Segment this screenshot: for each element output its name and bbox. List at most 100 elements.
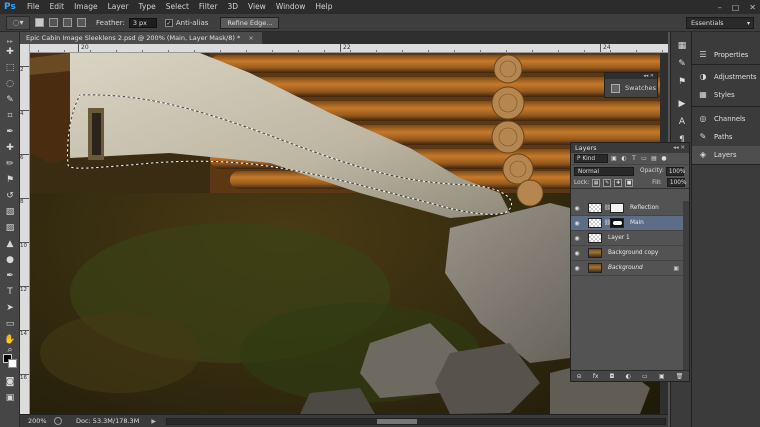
layer-thumbnail[interactable]: [588, 203, 602, 213]
panel-tab-adjustments[interactable]: ◑ Adjustments: [692, 68, 760, 86]
close-tab-icon[interactable]: ×: [248, 34, 253, 42]
menu-layer[interactable]: Layer: [103, 0, 134, 14]
menu-window[interactable]: Window: [271, 0, 311, 14]
brush-tool-icon[interactable]: ✏: [3, 158, 17, 170]
menu-type[interactable]: Type: [134, 0, 161, 14]
pixel-filter-icon[interactable]: ▣: [610, 155, 618, 163]
background-color-swatch[interactable]: [8, 359, 17, 368]
type-tool-icon[interactable]: T: [3, 286, 17, 298]
visibility-eye-icon[interactable]: ◉: [571, 265, 583, 272]
pen-tool-icon[interactable]: ✒: [3, 270, 17, 282]
menu-edit[interactable]: Edit: [45, 0, 70, 14]
feather-input[interactable]: 3 px: [128, 17, 157, 28]
lock-all-icon[interactable]: ■: [625, 178, 634, 187]
menu-select[interactable]: Select: [161, 0, 194, 14]
dodge-tool-icon[interactable]: ●: [3, 254, 17, 266]
subtract-selection-mode-button[interactable]: [63, 18, 72, 27]
layer-row[interactable]: ◉ Background copy: [571, 246, 689, 261]
mask-icon[interactable]: ◘: [610, 373, 615, 380]
menu-view[interactable]: View: [243, 0, 271, 14]
shape-tool-icon[interactable]: ▭: [3, 318, 17, 330]
status-info-icon[interactable]: [54, 417, 62, 425]
layer-row[interactable]: ◉ ⛓ Reflection: [571, 201, 689, 216]
path-selection-tool-icon[interactable]: ➤: [3, 302, 17, 314]
opacity-input[interactable]: 100%: [665, 166, 685, 176]
refine-edge-button[interactable]: Refine Edge...: [220, 16, 280, 29]
layer-kind-filter-select[interactable]: P Kind: [574, 154, 608, 163]
zoom-field[interactable]: 200%: [28, 417, 50, 425]
history-brush-tool-icon[interactable]: ↺: [3, 190, 17, 202]
filter-toggle-icon[interactable]: ●: [660, 155, 668, 163]
maximize-button[interactable]: □: [732, 3, 740, 12]
visibility-eye-icon[interactable]: ◉: [571, 235, 583, 242]
layer-mask-thumbnail[interactable]: [610, 218, 624, 228]
move-tool-icon[interactable]: ✚: [3, 46, 17, 58]
document-tab[interactable]: Epic Cabin Image Sleeklens 2.psd @ 200% …: [20, 32, 262, 44]
layer-row[interactable]: ◉ Background ▣: [571, 261, 689, 276]
fx-icon[interactable]: fx: [593, 373, 599, 380]
gradient-tool-icon[interactable]: ▨: [3, 222, 17, 234]
fill-input[interactable]: 100%: [666, 178, 686, 187]
intersect-selection-mode-button[interactable]: [77, 18, 86, 27]
horizontal-scroll-thumb[interactable]: [376, 418, 417, 424]
layer-mask-thumbnail[interactable]: [610, 203, 624, 213]
crop-tool-icon[interactable]: ⌗: [3, 110, 17, 122]
blend-mode-select[interactable]: Normal: [574, 166, 634, 176]
antialias-checkbox[interactable]: ✓: [164, 18, 173, 27]
add-selection-mode-button[interactable]: [49, 18, 58, 27]
menu-3d[interactable]: 3D: [222, 0, 243, 14]
trash-icon[interactable]: 🗑: [676, 373, 684, 380]
new-selection-mode-button[interactable]: [35, 18, 44, 27]
layer-thumbnail[interactable]: [588, 218, 602, 228]
quick-mask-icon[interactable]: ◙: [3, 376, 17, 388]
screen-mode-icon[interactable]: ▣: [3, 392, 17, 404]
panel-tab-styles[interactable]: ▦ Styles: [692, 86, 760, 104]
link-icon[interactable]: ⊝: [577, 373, 582, 380]
marquee-tool-icon[interactable]: ⬚: [3, 62, 17, 74]
clone-stamp-tool-icon[interactable]: ⚑: [3, 174, 17, 186]
type-filter-icon[interactable]: T: [630, 155, 638, 163]
lock-position-icon[interactable]: ✚: [614, 178, 623, 187]
horizontal-ruler[interactable]: 20 22 24: [30, 44, 668, 53]
menu-help[interactable]: Help: [310, 0, 337, 14]
eyedropper-tool-icon[interactable]: ✒: [3, 126, 17, 138]
history-panel-icon[interactable]: ▦: [676, 40, 688, 52]
visibility-eye-icon[interactable]: ◉: [571, 220, 583, 227]
layer-row[interactable]: ◉ ⛓ Main: [571, 216, 689, 231]
menu-filter[interactable]: Filter: [194, 0, 223, 14]
eraser-tool-icon[interactable]: ▧: [3, 206, 17, 218]
lock-transparent-icon[interactable]: ▦: [592, 178, 601, 187]
group-icon[interactable]: ▭: [642, 373, 648, 380]
swatches-panel-button[interactable]: Swatches: [605, 79, 657, 97]
smart-object-filter-icon[interactable]: ▤: [650, 155, 658, 163]
clone-source-panel-icon[interactable]: ⚑: [676, 76, 688, 88]
status-menu-arrow-icon[interactable]: ▶: [151, 418, 156, 425]
workspace-select[interactable]: Essentials ▾: [686, 17, 754, 29]
menu-image[interactable]: Image: [69, 0, 103, 14]
panel-tab-paths[interactable]: ✎ Paths: [692, 128, 760, 146]
adjustment-icon[interactable]: ◐: [626, 373, 631, 380]
visibility-eye-icon[interactable]: ◉: [571, 250, 583, 257]
brush-panel-icon[interactable]: ✎: [676, 58, 688, 70]
layers-scrollbar[interactable]: [683, 201, 689, 371]
menu-file[interactable]: File: [22, 0, 45, 14]
layer-thumbnail[interactable]: [588, 248, 602, 258]
healing-brush-tool-icon[interactable]: ✚: [3, 142, 17, 154]
lasso-tool-icon[interactable]: ◌: [3, 78, 17, 90]
shape-filter-icon[interactable]: ▭: [640, 155, 648, 163]
layer-thumbnail[interactable]: [588, 233, 602, 243]
lock-image-icon[interactable]: ✎: [603, 178, 612, 187]
layer-thumbnail[interactable]: [588, 263, 602, 273]
vertical-ruler[interactable]: 2 4 6 8 10 12 14 16: [20, 44, 30, 414]
panel-tab-layers[interactable]: ◈ Layers: [692, 146, 760, 164]
minimize-button[interactable]: –: [718, 3, 722, 12]
panel-tab-channels[interactable]: ◎ Channels: [692, 110, 760, 128]
lasso-tool-preset-icon[interactable]: ◌▾: [6, 15, 30, 30]
panel-tab-properties[interactable]: ☰ Properties: [692, 46, 760, 64]
new-layer-icon[interactable]: ▣: [659, 373, 665, 380]
character-panel-icon[interactable]: A: [676, 116, 688, 128]
visibility-eye-icon[interactable]: ◉: [571, 205, 583, 212]
adjustment-filter-icon[interactable]: ◐: [620, 155, 628, 163]
actions-panel-icon[interactable]: ▶: [676, 98, 688, 110]
layer-row[interactable]: ◉ Layer 1: [571, 231, 689, 246]
